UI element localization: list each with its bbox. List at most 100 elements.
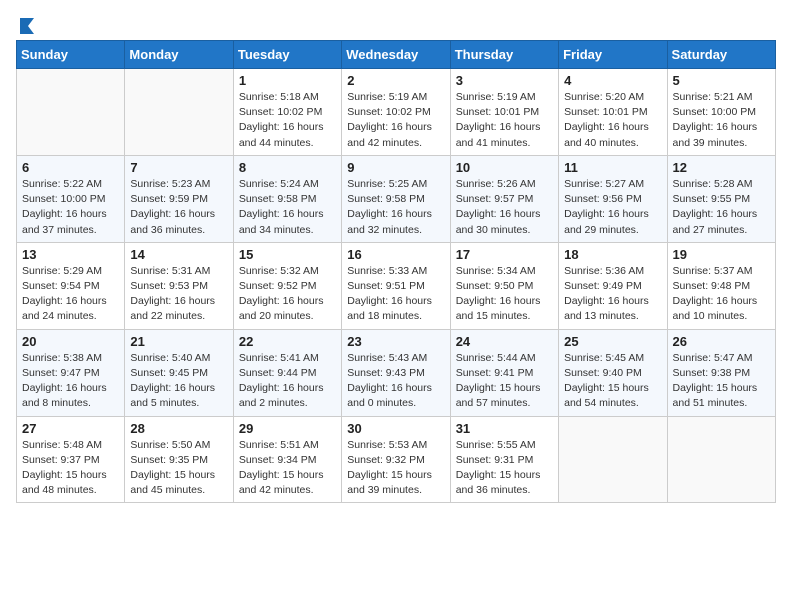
calendar-day-cell: 29 Sunrise: 5:51 AM Sunset: 9:34 PM Dayli… <box>233 416 341 503</box>
day-info: Sunrise: 5:23 AM Sunset: 9:59 PM Dayligh… <box>130 177 227 238</box>
calendar-day-cell: 20 Sunrise: 5:38 AM Sunset: 9:47 PM Dayli… <box>17 329 125 416</box>
day-number: 29 <box>239 421 336 436</box>
day-number: 5 <box>673 73 770 88</box>
day-number: 30 <box>347 421 444 436</box>
day-info: Sunrise: 5:24 AM Sunset: 9:58 PM Dayligh… <box>239 177 336 238</box>
day-number: 14 <box>130 247 227 262</box>
page-header <box>16 16 776 30</box>
calendar-day-cell: 8 Sunrise: 5:24 AM Sunset: 9:58 PM Daylig… <box>233 155 341 242</box>
calendar-header-tuesday: Tuesday <box>233 41 341 69</box>
calendar-header-saturday: Saturday <box>667 41 775 69</box>
day-info: Sunrise: 5:19 AM Sunset: 10:02 PM Daylig… <box>347 90 444 151</box>
calendar-day-cell: 25 Sunrise: 5:45 AM Sunset: 9:40 PM Dayli… <box>559 329 667 416</box>
day-number: 4 <box>564 73 661 88</box>
calendar-day-cell: 21 Sunrise: 5:40 AM Sunset: 9:45 PM Dayli… <box>125 329 233 416</box>
day-number: 9 <box>347 160 444 175</box>
day-number: 20 <box>22 334 119 349</box>
calendar-day-cell: 18 Sunrise: 5:36 AM Sunset: 9:49 PM Dayli… <box>559 242 667 329</box>
day-info: Sunrise: 5:36 AM Sunset: 9:49 PM Dayligh… <box>564 264 661 325</box>
day-number: 22 <box>239 334 336 349</box>
logo <box>16 16 36 30</box>
day-number: 16 <box>347 247 444 262</box>
calendar-day-cell: 28 Sunrise: 5:50 AM Sunset: 9:35 PM Dayli… <box>125 416 233 503</box>
calendar-week-row: 1Sunrise: 5:18 AM Sunset: 10:02 PM Dayli… <box>17 69 776 156</box>
day-number: 21 <box>130 334 227 349</box>
calendar-day-cell: 5 Sunrise: 5:21 AM Sunset: 10:00 PM Dayli… <box>667 69 775 156</box>
calendar-header-monday: Monday <box>125 41 233 69</box>
calendar-header-wednesday: Wednesday <box>342 41 450 69</box>
day-info: Sunrise: 5:50 AM Sunset: 9:35 PM Dayligh… <box>130 438 227 499</box>
day-number: 24 <box>456 334 553 349</box>
day-number: 15 <box>239 247 336 262</box>
calendar-day-cell: 19 Sunrise: 5:37 AM Sunset: 9:48 PM Dayli… <box>667 242 775 329</box>
day-info: Sunrise: 5:48 AM Sunset: 9:37 PM Dayligh… <box>22 438 119 499</box>
calendar-header-sunday: Sunday <box>17 41 125 69</box>
day-info: Sunrise: 5:51 AM Sunset: 9:34 PM Dayligh… <box>239 438 336 499</box>
day-info: Sunrise: 5:21 AM Sunset: 10:00 PM Daylig… <box>673 90 770 151</box>
day-number: 11 <box>564 160 661 175</box>
calendar-day-cell: 9 Sunrise: 5:25 AM Sunset: 9:58 PM Daylig… <box>342 155 450 242</box>
calendar-day-cell: 26Sunrise: 5:47 AM Sunset: 9:38 PM Dayli… <box>667 329 775 416</box>
calendar-day-cell: 31 Sunrise: 5:55 AM Sunset: 9:31 PM Dayli… <box>450 416 558 503</box>
day-number: 27 <box>22 421 119 436</box>
calendar-day-cell: 10 Sunrise: 5:26 AM Sunset: 9:57 PM Dayli… <box>450 155 558 242</box>
day-info: Sunrise: 5:25 AM Sunset: 9:58 PM Dayligh… <box>347 177 444 238</box>
calendar-day-cell: 7 Sunrise: 5:23 AM Sunset: 9:59 PM Daylig… <box>125 155 233 242</box>
day-number: 25 <box>564 334 661 349</box>
calendar-day-cell: 11Sunrise: 5:27 AM Sunset: 9:56 PM Dayli… <box>559 155 667 242</box>
calendar-header-friday: Friday <box>559 41 667 69</box>
day-info: Sunrise: 5:38 AM Sunset: 9:47 PM Dayligh… <box>22 351 119 412</box>
day-info: Sunrise: 5:32 AM Sunset: 9:52 PM Dayligh… <box>239 264 336 325</box>
day-number: 23 <box>347 334 444 349</box>
day-number: 7 <box>130 160 227 175</box>
calendar-day-cell: 4Sunrise: 5:20 AM Sunset: 10:01 PM Dayli… <box>559 69 667 156</box>
day-info: Sunrise: 5:31 AM Sunset: 9:53 PM Dayligh… <box>130 264 227 325</box>
day-info: Sunrise: 5:34 AM Sunset: 9:50 PM Dayligh… <box>456 264 553 325</box>
day-info: Sunrise: 5:44 AM Sunset: 9:41 PM Dayligh… <box>456 351 553 412</box>
calendar-day-cell: 6 Sunrise: 5:22 AM Sunset: 10:00 PM Dayli… <box>17 155 125 242</box>
day-info: Sunrise: 5:45 AM Sunset: 9:40 PM Dayligh… <box>564 351 661 412</box>
calendar-week-row: 20 Sunrise: 5:38 AM Sunset: 9:47 PM Dayli… <box>17 329 776 416</box>
day-number: 10 <box>456 160 553 175</box>
calendar-day-cell: 13 Sunrise: 5:29 AM Sunset: 9:54 PM Dayli… <box>17 242 125 329</box>
day-info: Sunrise: 5:29 AM Sunset: 9:54 PM Dayligh… <box>22 264 119 325</box>
day-number: 19 <box>673 247 770 262</box>
calendar-day-cell: 14 Sunrise: 5:31 AM Sunset: 9:53 PM Dayli… <box>125 242 233 329</box>
logo-flag-icon <box>18 16 36 34</box>
calendar-table: SundayMondayTuesdayWednesdayThursdayFrid… <box>16 40 776 503</box>
day-number: 6 <box>22 160 119 175</box>
calendar-day-cell: 23Sunrise: 5:43 AM Sunset: 9:43 PM Dayli… <box>342 329 450 416</box>
day-info: Sunrise: 5:41 AM Sunset: 9:44 PM Dayligh… <box>239 351 336 412</box>
calendar-day-cell <box>17 69 125 156</box>
day-number: 13 <box>22 247 119 262</box>
calendar-week-row: 6 Sunrise: 5:22 AM Sunset: 10:00 PM Dayli… <box>17 155 776 242</box>
calendar-week-row: 13 Sunrise: 5:29 AM Sunset: 9:54 PM Dayli… <box>17 242 776 329</box>
day-info: Sunrise: 5:19 AM Sunset: 10:01 PM Daylig… <box>456 90 553 151</box>
calendar-day-cell: 24 Sunrise: 5:44 AM Sunset: 9:41 PM Dayli… <box>450 329 558 416</box>
calendar-day-cell: 12Sunrise: 5:28 AM Sunset: 9:55 PM Dayli… <box>667 155 775 242</box>
day-info: Sunrise: 5:55 AM Sunset: 9:31 PM Dayligh… <box>456 438 553 499</box>
calendar-week-row: 27 Sunrise: 5:48 AM Sunset: 9:37 PM Dayli… <box>17 416 776 503</box>
day-number: 31 <box>456 421 553 436</box>
day-info: Sunrise: 5:33 AM Sunset: 9:51 PM Dayligh… <box>347 264 444 325</box>
day-info: Sunrise: 5:37 AM Sunset: 9:48 PM Dayligh… <box>673 264 770 325</box>
day-info: Sunrise: 5:47 AM Sunset: 9:38 PM Dayligh… <box>673 351 770 412</box>
calendar-day-cell: 22 Sunrise: 5:41 AM Sunset: 9:44 PM Dayli… <box>233 329 341 416</box>
day-number: 18 <box>564 247 661 262</box>
calendar-day-cell: 16 Sunrise: 5:33 AM Sunset: 9:51 PM Dayli… <box>342 242 450 329</box>
day-number: 8 <box>239 160 336 175</box>
calendar-header-row: SundayMondayTuesdayWednesdayThursdayFrid… <box>17 41 776 69</box>
calendar-day-cell: 30Sunrise: 5:53 AM Sunset: 9:32 PM Dayli… <box>342 416 450 503</box>
calendar-day-cell <box>125 69 233 156</box>
day-number: 1 <box>239 73 336 88</box>
day-number: 2 <box>347 73 444 88</box>
calendar-day-cell <box>559 416 667 503</box>
calendar-day-cell <box>667 416 775 503</box>
day-info: Sunrise: 5:40 AM Sunset: 9:45 PM Dayligh… <box>130 351 227 412</box>
calendar-header-thursday: Thursday <box>450 41 558 69</box>
day-number: 28 <box>130 421 227 436</box>
day-number: 17 <box>456 247 553 262</box>
day-number: 12 <box>673 160 770 175</box>
day-info: Sunrise: 5:22 AM Sunset: 10:00 PM Daylig… <box>22 177 119 238</box>
day-info: Sunrise: 5:26 AM Sunset: 9:57 PM Dayligh… <box>456 177 553 238</box>
